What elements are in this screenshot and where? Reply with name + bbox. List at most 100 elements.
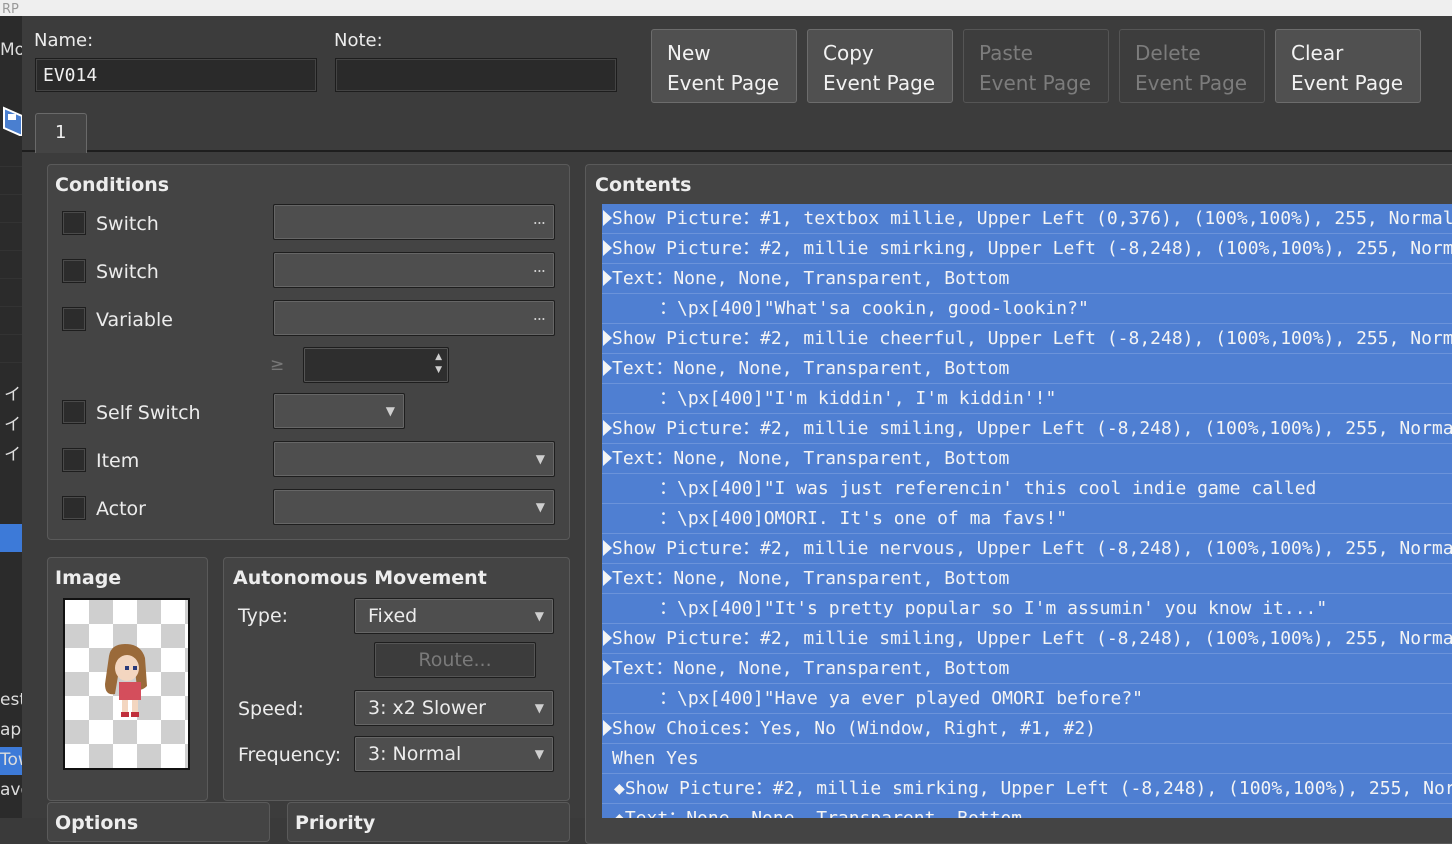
variable-checkbox[interactable]	[62, 307, 86, 331]
background-map-list: Mod イ イ イ est ap Tow ave	[0, 16, 22, 818]
contents-list[interactable]: Show Picture：#1, textbox millie, Upper L…	[602, 204, 1452, 818]
content-text: Show Choices：Yes, No (Window, Right, #1,…	[612, 718, 1096, 739]
command-arrow-icon	[603, 450, 612, 466]
content-text: Text：None, None, Transparent, Bottom	[612, 268, 1010, 289]
speed-value: 3: x2 Slower	[368, 697, 486, 719]
content-line[interactable]: Show Picture：#2, millie smirking, Upper …	[602, 234, 1452, 264]
content-line[interactable]: Text：None, None, Transparent, Bottom	[602, 654, 1452, 684]
self-switch-select[interactable]: ▼	[273, 393, 405, 429]
content-line[interactable]: Show Picture：#2, millie smiling, Upper L…	[602, 624, 1452, 654]
paste-event-page-button[interactable]: Paste Event Page	[963, 29, 1109, 103]
character-sprite-icon	[105, 644, 147, 717]
speed-label: Speed:	[238, 698, 304, 720]
content-line[interactable]: Show Picture：#2, millie nervous, Upper L…	[602, 534, 1452, 564]
item-select[interactable]: ▼	[273, 441, 555, 477]
content-line[interactable]: ：\px[400]OMORI. It's one of ma favs!"	[602, 504, 1452, 534]
variable-value-spinner[interactable]: ▲ ▼	[303, 347, 449, 383]
name-input[interactable]: EV014	[35, 58, 317, 92]
image-title: Image	[55, 567, 122, 589]
content-line[interactable]: ：\px[400]"I'm kiddin', I'm kiddin'!"	[602, 384, 1452, 414]
greater-equal-symbol: ≥	[270, 355, 285, 375]
switch2-checkbox[interactable]	[62, 259, 86, 283]
conditions-title: Conditions	[55, 174, 170, 196]
button-label: Event Page	[667, 71, 780, 95]
content-text: Show Picture：#1, textbox millie, Upper L…	[612, 208, 1452, 229]
actor-select[interactable]: ▼	[273, 489, 555, 525]
frequency-select[interactable]: 3: Normal ▼	[354, 736, 554, 772]
command-arrow-icon	[603, 240, 612, 256]
delete-event-page-button[interactable]: Delete Event Page	[1119, 29, 1265, 103]
new-event-page-button[interactable]: New Event Page	[651, 29, 797, 103]
note-input[interactable]	[335, 58, 617, 92]
content-text: Show Picture：#2, millie smiling, Upper L…	[612, 418, 1452, 439]
clear-event-page-button[interactable]: Clear Event Page	[1275, 29, 1421, 103]
command-arrow-icon	[603, 210, 612, 226]
chevron-down-icon: ▼	[534, 747, 544, 761]
type-value: Fixed	[368, 605, 418, 627]
button-label: Event Page	[979, 71, 1092, 95]
bg-fragment: イ	[4, 385, 21, 405]
command-arrow-icon	[603, 660, 612, 676]
tab-page-1[interactable]: 1	[35, 113, 87, 153]
content-line[interactable]: When Yes	[602, 744, 1452, 774]
content-line[interactable]: Text：None, None, Transparent, Bottom	[602, 264, 1452, 294]
content-text: Text：None, None, Transparent, Bottom	[612, 568, 1010, 589]
button-label: Paste	[979, 41, 1033, 65]
content-text: ：\px[400]"It's pretty popular so I'm ass…	[659, 598, 1328, 619]
copy-event-page-button[interactable]: Copy Event Page	[807, 29, 953, 103]
command-arrow-icon	[603, 630, 612, 646]
chevron-down-icon: ▼	[534, 701, 544, 715]
bg-fragment: est	[0, 690, 22, 710]
bg-fragment: ap	[0, 720, 22, 740]
content-line[interactable]: Text：None, None, Transparent, Bottom	[602, 444, 1452, 474]
content-line[interactable]: ◆Text：None, None, Transparent, Bottom	[602, 804, 1452, 818]
speed-select[interactable]: 3: x2 Slower ▼	[354, 690, 554, 726]
content-line[interactable]: Show Picture：#2, millie cheerful, Upper …	[602, 324, 1452, 354]
spin-up-icon[interactable]: ▲	[435, 352, 442, 362]
bg-fragment[interactable]: Tow	[0, 750, 22, 770]
frequency-value: 3: Normal	[368, 743, 462, 765]
event-image-preview[interactable]	[63, 598, 190, 770]
options-panel: Options	[47, 802, 270, 842]
command-arrow-icon	[603, 720, 612, 736]
bg-selected-row	[0, 524, 22, 552]
content-line[interactable]: ：\px[400]"I was just referencin' this co…	[602, 474, 1452, 504]
switch1-selector[interactable]: ...	[273, 204, 555, 240]
content-text: ：\px[400]"I was just referencin' this co…	[659, 478, 1317, 499]
content-line[interactable]: Text：None, None, Transparent, Bottom	[602, 354, 1452, 384]
item-label: Item	[96, 450, 140, 472]
content-line[interactable]: ：\px[400]"It's pretty popular so I'm ass…	[602, 594, 1452, 624]
frequency-label: Frequency:	[238, 744, 342, 766]
route-button[interactable]: Route...	[374, 642, 536, 678]
type-select[interactable]: Fixed ▼	[354, 598, 554, 634]
actor-checkbox[interactable]	[62, 496, 86, 520]
content-line[interactable]: ◆Show Picture：#2, millie smirking, Upper…	[602, 774, 1452, 804]
switch1-label: Switch	[96, 213, 159, 235]
content-text: Show Picture：#2, millie nervous, Upper L…	[612, 538, 1452, 559]
item-checkbox[interactable]	[62, 448, 86, 472]
app-title-fragment: RP	[2, 2, 19, 17]
content-line[interactable]: Show Picture：#2, millie smiling, Upper L…	[602, 414, 1452, 444]
chevron-down-icon: ▼	[535, 500, 545, 514]
content-line[interactable]: Show Choices：Yes, No (Window, Right, #1,…	[602, 714, 1452, 744]
content-line[interactable]: Show Picture：#1, textbox millie, Upper L…	[602, 204, 1452, 234]
content-line[interactable]: ：\px[400]"Have ya ever played OMORI befo…	[602, 684, 1452, 714]
variable-selector[interactable]: ...	[273, 300, 555, 336]
self-switch-checkbox[interactable]	[62, 400, 86, 424]
content-line[interactable]: ：\px[400]"What'sa cookin, good-lookin?"	[602, 294, 1452, 324]
content-text: Text：None, None, Transparent, Bottom	[625, 808, 1022, 818]
switch2-selector[interactable]: ...	[273, 252, 555, 288]
switch1-checkbox[interactable]	[62, 211, 86, 235]
tab-bar-line	[22, 150, 1452, 152]
content-text: Show Picture：#2, millie smirking, Upper …	[624, 778, 1452, 799]
content-line[interactable]: Text：None, None, Transparent, Bottom	[602, 564, 1452, 594]
command-arrow-icon	[603, 360, 612, 376]
app-title-strip: RP	[0, 0, 1452, 17]
spin-down-icon[interactable]: ▼	[435, 365, 442, 375]
command-arrow-icon	[603, 330, 612, 346]
ellipsis-icon: ...	[532, 209, 546, 228]
command-arrow-icon	[603, 540, 612, 556]
note-label: Note:	[334, 30, 383, 51]
priority-panel: Priority	[287, 802, 570, 842]
diamond-icon: ◆	[614, 808, 625, 818]
